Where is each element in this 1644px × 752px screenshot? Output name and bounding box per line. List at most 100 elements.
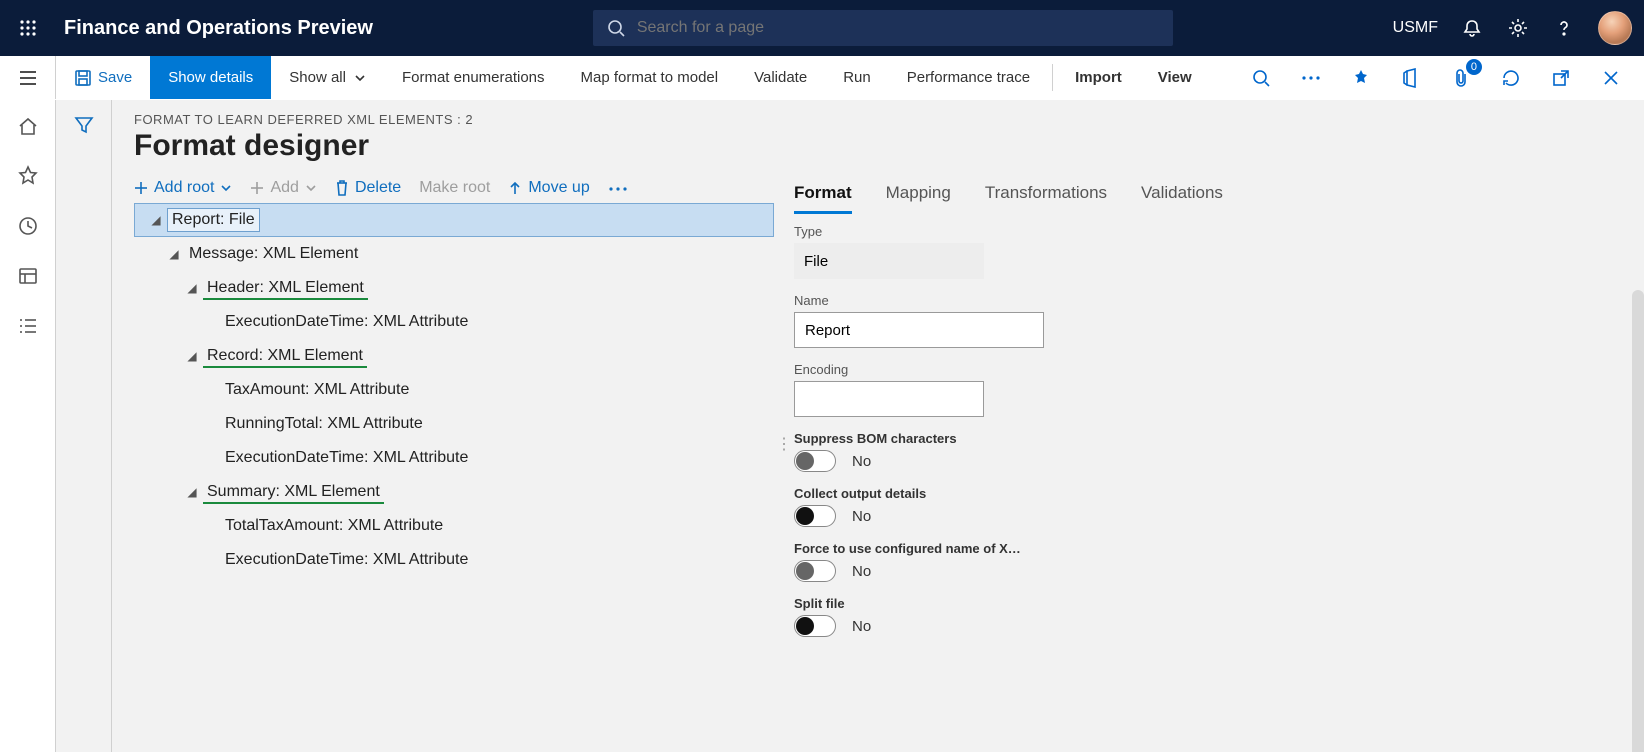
tree-node-label: Header: XML Element — [203, 277, 368, 300]
tree-node-n10[interactable]: ExecutionDateTime: XML Attribute — [134, 543, 774, 577]
add-root-button[interactable]: Add root — [134, 179, 232, 197]
tree-caret-icon[interactable]: ◢ — [145, 213, 167, 227]
force-name-toggle[interactable] — [794, 560, 836, 582]
suppress-bom-toggle[interactable] — [794, 450, 836, 472]
breadcrumb: FORMAT TO LEARN DEFERRED XML ELEMENTS : … — [134, 112, 1622, 127]
tree-caret-icon[interactable]: ◢ — [181, 349, 203, 363]
tab-transformations[interactable]: Transformations — [985, 179, 1107, 214]
split-file-toggle[interactable] — [794, 615, 836, 637]
filter-column — [56, 100, 112, 752]
help-icon[interactable] — [1552, 16, 1576, 40]
notifications-icon[interactable] — [1460, 16, 1484, 40]
tree-caret-icon[interactable]: ◢ — [181, 485, 203, 499]
scrollbar[interactable] — [1632, 290, 1644, 752]
save-icon — [74, 69, 92, 87]
close-icon[interactable] — [1598, 65, 1624, 91]
name-label: Name — [794, 293, 1602, 308]
search-icon — [607, 19, 625, 37]
delete-label: Delete — [355, 179, 401, 197]
avatar[interactable] — [1598, 11, 1632, 45]
tree-node-n9[interactable]: TotalTaxAmount: XML Attribute — [134, 509, 774, 543]
hamburger-icon[interactable] — [0, 56, 56, 99]
performance-trace-button[interactable]: Performance trace — [889, 56, 1048, 99]
import-button[interactable]: Import — [1057, 56, 1140, 99]
topnav-right: USMF — [1393, 11, 1632, 45]
show-details-button[interactable]: Show details — [150, 56, 271, 99]
recent-icon[interactable] — [14, 212, 42, 240]
type-label: Type — [794, 224, 1602, 239]
popout-icon[interactable] — [1548, 65, 1574, 91]
tree-caret-icon[interactable]: ◢ — [181, 281, 203, 295]
copilot-icon[interactable] — [1348, 65, 1374, 91]
tree-node-n0[interactable]: ◢Report: File — [134, 203, 774, 237]
properties-pane: Format Mapping Transformations Validatio… — [794, 179, 1622, 709]
delete-button[interactable]: Delete — [335, 179, 401, 197]
collect-output-toggle[interactable] — [794, 505, 836, 527]
tab-validations[interactable]: Validations — [1141, 179, 1223, 214]
tree-node-label: ExecutionDateTime: XML Attribute — [221, 447, 472, 469]
tree-node-n5[interactable]: TaxAmount: XML Attribute — [134, 373, 774, 407]
favorites-icon[interactable] — [14, 162, 42, 190]
refresh-icon[interactable] — [1498, 65, 1524, 91]
add-button: Add — [250, 179, 316, 197]
attachments-icon[interactable]: 0 — [1448, 65, 1474, 91]
show-all-button[interactable]: Show all — [271, 56, 384, 99]
arrow-up-icon — [508, 181, 522, 195]
tree-caret-icon[interactable]: ◢ — [163, 247, 185, 261]
view-label: View — [1158, 69, 1192, 86]
more-icon[interactable] — [1298, 65, 1324, 91]
tree-toolbar: Add root Add Delete Make root — [134, 179, 774, 197]
property-tabs: Format Mapping Transformations Validatio… — [794, 179, 1602, 214]
run-button[interactable]: Run — [825, 56, 889, 99]
app-title: Finance and Operations Preview — [64, 17, 373, 40]
tab-format[interactable]: Format — [794, 179, 852, 214]
tree-more-icon[interactable] — [608, 179, 628, 197]
add-root-label: Add root — [154, 179, 214, 197]
tree-node-label: Summary: XML Element — [203, 481, 384, 504]
force-label: Force to use configured name of X… — [794, 541, 1602, 556]
encoding-label: Encoding — [794, 362, 1602, 377]
import-label: Import — [1075, 69, 1122, 86]
map-format-to-model-button[interactable]: Map format to model — [563, 56, 737, 99]
show-details-label: Show details — [168, 69, 253, 86]
filter-icon[interactable] — [73, 114, 95, 752]
office-icon[interactable] — [1398, 65, 1424, 91]
view-button[interactable]: View — [1140, 56, 1210, 99]
tree-node-label: Message: XML Element — [185, 243, 362, 265]
suppress-bom-value: No — [852, 453, 871, 470]
format-tree-pane: Add root Add Delete Make root — [134, 179, 774, 709]
workspaces-icon[interactable] — [14, 262, 42, 290]
action-bar: Save Show details Show all Format enumer… — [0, 56, 1644, 100]
top-nav: Finance and Operations Preview USMF — [0, 0, 1644, 56]
app-launcher-icon[interactable] — [12, 12, 44, 44]
name-input[interactable] — [794, 312, 1044, 348]
page-title: Format designer — [134, 129, 1622, 163]
settings-icon[interactable] — [1506, 16, 1530, 40]
tree-node-label: TaxAmount: XML Attribute — [221, 379, 413, 401]
trash-icon — [335, 180, 349, 196]
save-button[interactable]: Save — [56, 56, 150, 99]
tree-node-n3[interactable]: ExecutionDateTime: XML Attribute — [134, 305, 774, 339]
global-search[interactable] — [593, 10, 1173, 46]
encoding-input[interactable] — [794, 381, 984, 417]
tree-node-label: TotalTaxAmount: XML Attribute — [221, 515, 447, 537]
search-input[interactable] — [635, 18, 1159, 38]
format-enumerations-button[interactable]: Format enumerations — [384, 56, 563, 99]
tab-mapping[interactable]: Mapping — [886, 179, 951, 214]
move-up-button[interactable]: Move up — [508, 179, 589, 197]
home-icon[interactable] — [14, 112, 42, 140]
actionbar-right-icons: 0 — [1248, 56, 1644, 99]
tree-node-n7[interactable]: ExecutionDateTime: XML Attribute — [134, 441, 774, 475]
tree-node-n1[interactable]: ◢Message: XML Element — [134, 237, 774, 271]
action-search-icon[interactable] — [1248, 65, 1274, 91]
tree-node-n8[interactable]: ◢Summary: XML Element — [134, 475, 774, 509]
force-value: No — [852, 563, 871, 580]
modules-icon[interactable] — [14, 312, 42, 340]
legal-entity[interactable]: USMF — [1393, 19, 1438, 37]
tree-node-n4[interactable]: ◢Record: XML Element — [134, 339, 774, 373]
format-tree[interactable]: ◢Report: File◢Message: XML Element◢Heade… — [134, 203, 774, 577]
validate-button[interactable]: Validate — [736, 56, 825, 99]
tree-node-n6[interactable]: RunningTotal: XML Attribute — [134, 407, 774, 441]
splitter-handle[interactable]: ⋮ — [774, 179, 794, 709]
tree-node-n2[interactable]: ◢Header: XML Element — [134, 271, 774, 305]
